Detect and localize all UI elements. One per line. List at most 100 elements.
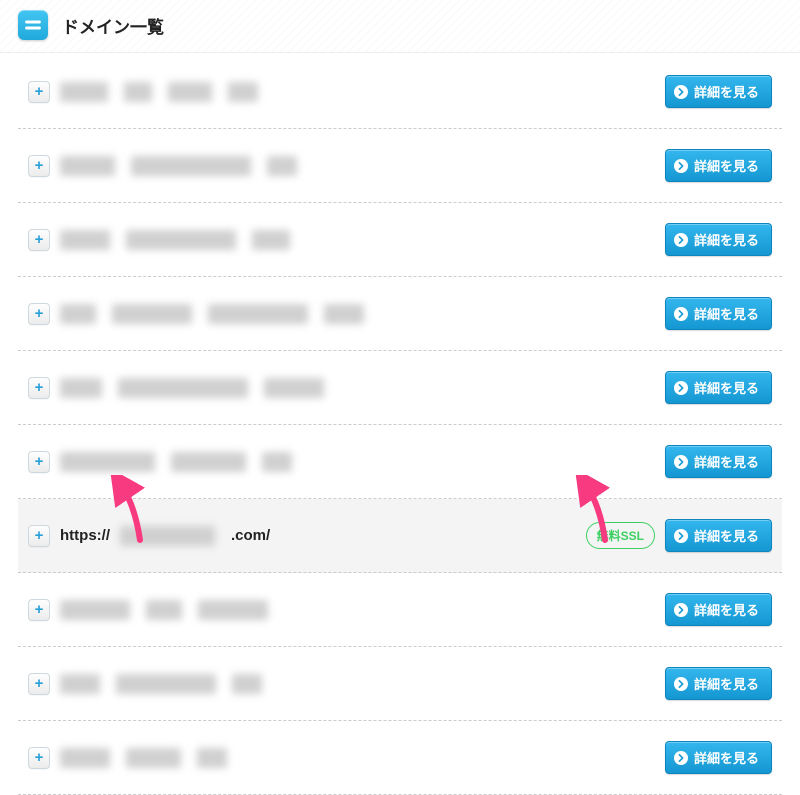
- redacted-text: [124, 82, 152, 102]
- view-detail-button[interactable]: 詳細を見る: [665, 371, 772, 404]
- domain-name[interactable]: [60, 82, 655, 102]
- domain-row: + 詳細を見る: [18, 647, 782, 721]
- redacted-text: [197, 748, 227, 768]
- redacted-text: [60, 378, 102, 398]
- detail-button-label: 詳細を見る: [694, 378, 759, 397]
- arrow-right-icon: [674, 603, 688, 617]
- detail-button-label: 詳細を見る: [694, 452, 759, 471]
- detail-button-label: 詳細を見る: [694, 156, 759, 175]
- redacted-text: [60, 156, 115, 176]
- detail-button-label: 詳細を見る: [694, 304, 759, 323]
- detail-button-label: 詳細を見る: [694, 230, 759, 249]
- redacted-text: [112, 304, 192, 324]
- redacted-text: [171, 452, 246, 472]
- redacted-text: [60, 674, 100, 694]
- redacted-text: [126, 748, 181, 768]
- redacted-text: [60, 600, 130, 620]
- domain-name[interactable]: [60, 378, 655, 398]
- domain-list: + 詳細を見る + 詳細を見る + 詳細を見る + 詳細を見る + 詳細を見る + 詳細を見る + htt…: [0, 53, 800, 795]
- redacted-text: [120, 526, 215, 546]
- detail-button-label: 詳細を見る: [694, 600, 759, 619]
- redacted-text: [60, 230, 110, 250]
- view-detail-button[interactable]: 詳細を見る: [665, 593, 772, 626]
- redacted-text: [267, 156, 297, 176]
- redacted-text: [262, 452, 292, 472]
- redacted-text: [146, 600, 182, 620]
- domain-row: + https://.com/無料SSL 詳細を見る: [18, 499, 782, 573]
- domain-row: + 詳細を見る: [18, 129, 782, 203]
- expand-button[interactable]: +: [28, 155, 50, 177]
- plus-icon: +: [35, 676, 44, 691]
- expand-button[interactable]: +: [28, 377, 50, 399]
- redacted-text: [168, 82, 212, 102]
- plus-icon: +: [35, 750, 44, 765]
- domain-name[interactable]: [60, 674, 655, 694]
- redacted-text: [232, 674, 262, 694]
- view-detail-button[interactable]: 詳細を見る: [665, 445, 772, 478]
- domain-row: + 詳細を見る: [18, 55, 782, 129]
- view-detail-button[interactable]: 詳細を見る: [665, 149, 772, 182]
- view-detail-button[interactable]: 詳細を見る: [665, 223, 772, 256]
- arrow-right-icon: [674, 529, 688, 543]
- domain-row: + 詳細を見る: [18, 721, 782, 795]
- domain-name[interactable]: [60, 230, 655, 250]
- domain-list-icon: [18, 10, 48, 40]
- view-detail-button[interactable]: 詳細を見る: [665, 741, 772, 774]
- plus-icon: +: [35, 306, 44, 321]
- plus-icon: +: [35, 454, 44, 469]
- redacted-text: [228, 82, 258, 102]
- redacted-text: [252, 230, 290, 250]
- expand-button[interactable]: +: [28, 747, 50, 769]
- detail-button-label: 詳細を見る: [694, 748, 759, 767]
- redacted-text: [60, 82, 108, 102]
- free-ssl-badge: 無料SSL: [586, 522, 655, 549]
- redacted-text: [60, 304, 96, 324]
- redacted-text: [198, 600, 268, 620]
- arrow-right-icon: [674, 233, 688, 247]
- redacted-text: [131, 156, 251, 176]
- domain-name[interactable]: https://.com/: [60, 526, 576, 546]
- plus-icon: +: [35, 380, 44, 395]
- arrow-right-icon: [674, 307, 688, 321]
- arrow-right-icon: [674, 381, 688, 395]
- arrow-right-icon: [674, 751, 688, 765]
- detail-button-label: 詳細を見る: [694, 526, 759, 545]
- expand-button[interactable]: +: [28, 451, 50, 473]
- domain-name[interactable]: [60, 156, 655, 176]
- domain-name[interactable]: [60, 452, 655, 472]
- domain-name[interactable]: [60, 304, 655, 324]
- redacted-text: [116, 674, 216, 694]
- redacted-text: [324, 304, 364, 324]
- domain-name[interactable]: [60, 600, 655, 620]
- plus-icon: +: [35, 528, 44, 543]
- expand-button[interactable]: +: [28, 81, 50, 103]
- expand-button[interactable]: +: [28, 229, 50, 251]
- domain-row: + 詳細を見る: [18, 203, 782, 277]
- plus-icon: +: [35, 158, 44, 173]
- expand-button[interactable]: +: [28, 599, 50, 621]
- view-detail-button[interactable]: 詳細を見る: [665, 519, 772, 552]
- redacted-text: [264, 378, 324, 398]
- redacted-text: [126, 230, 236, 250]
- detail-button-label: 詳細を見る: [694, 674, 759, 693]
- page-header: ドメイン一覧: [0, 0, 800, 53]
- expand-button[interactable]: +: [28, 525, 50, 547]
- redacted-text: [60, 748, 110, 768]
- plus-icon: +: [35, 232, 44, 247]
- domain-url-suffix: .com/: [231, 527, 270, 544]
- domain-name[interactable]: [60, 748, 655, 768]
- expand-button[interactable]: +: [28, 673, 50, 695]
- view-detail-button[interactable]: 詳細を見る: [665, 75, 772, 108]
- domain-row: + 詳細を見る: [18, 425, 782, 499]
- redacted-text: [118, 378, 248, 398]
- detail-button-label: 詳細を見る: [694, 82, 759, 101]
- plus-icon: +: [35, 602, 44, 617]
- view-detail-button[interactable]: 詳細を見る: [665, 667, 772, 700]
- redacted-text: [208, 304, 308, 324]
- page-title: ドメイン一覧: [62, 13, 164, 38]
- expand-button[interactable]: +: [28, 303, 50, 325]
- domain-row: + 詳細を見る: [18, 573, 782, 647]
- domain-row: + 詳細を見る: [18, 351, 782, 425]
- arrow-right-icon: [674, 85, 688, 99]
- view-detail-button[interactable]: 詳細を見る: [665, 297, 772, 330]
